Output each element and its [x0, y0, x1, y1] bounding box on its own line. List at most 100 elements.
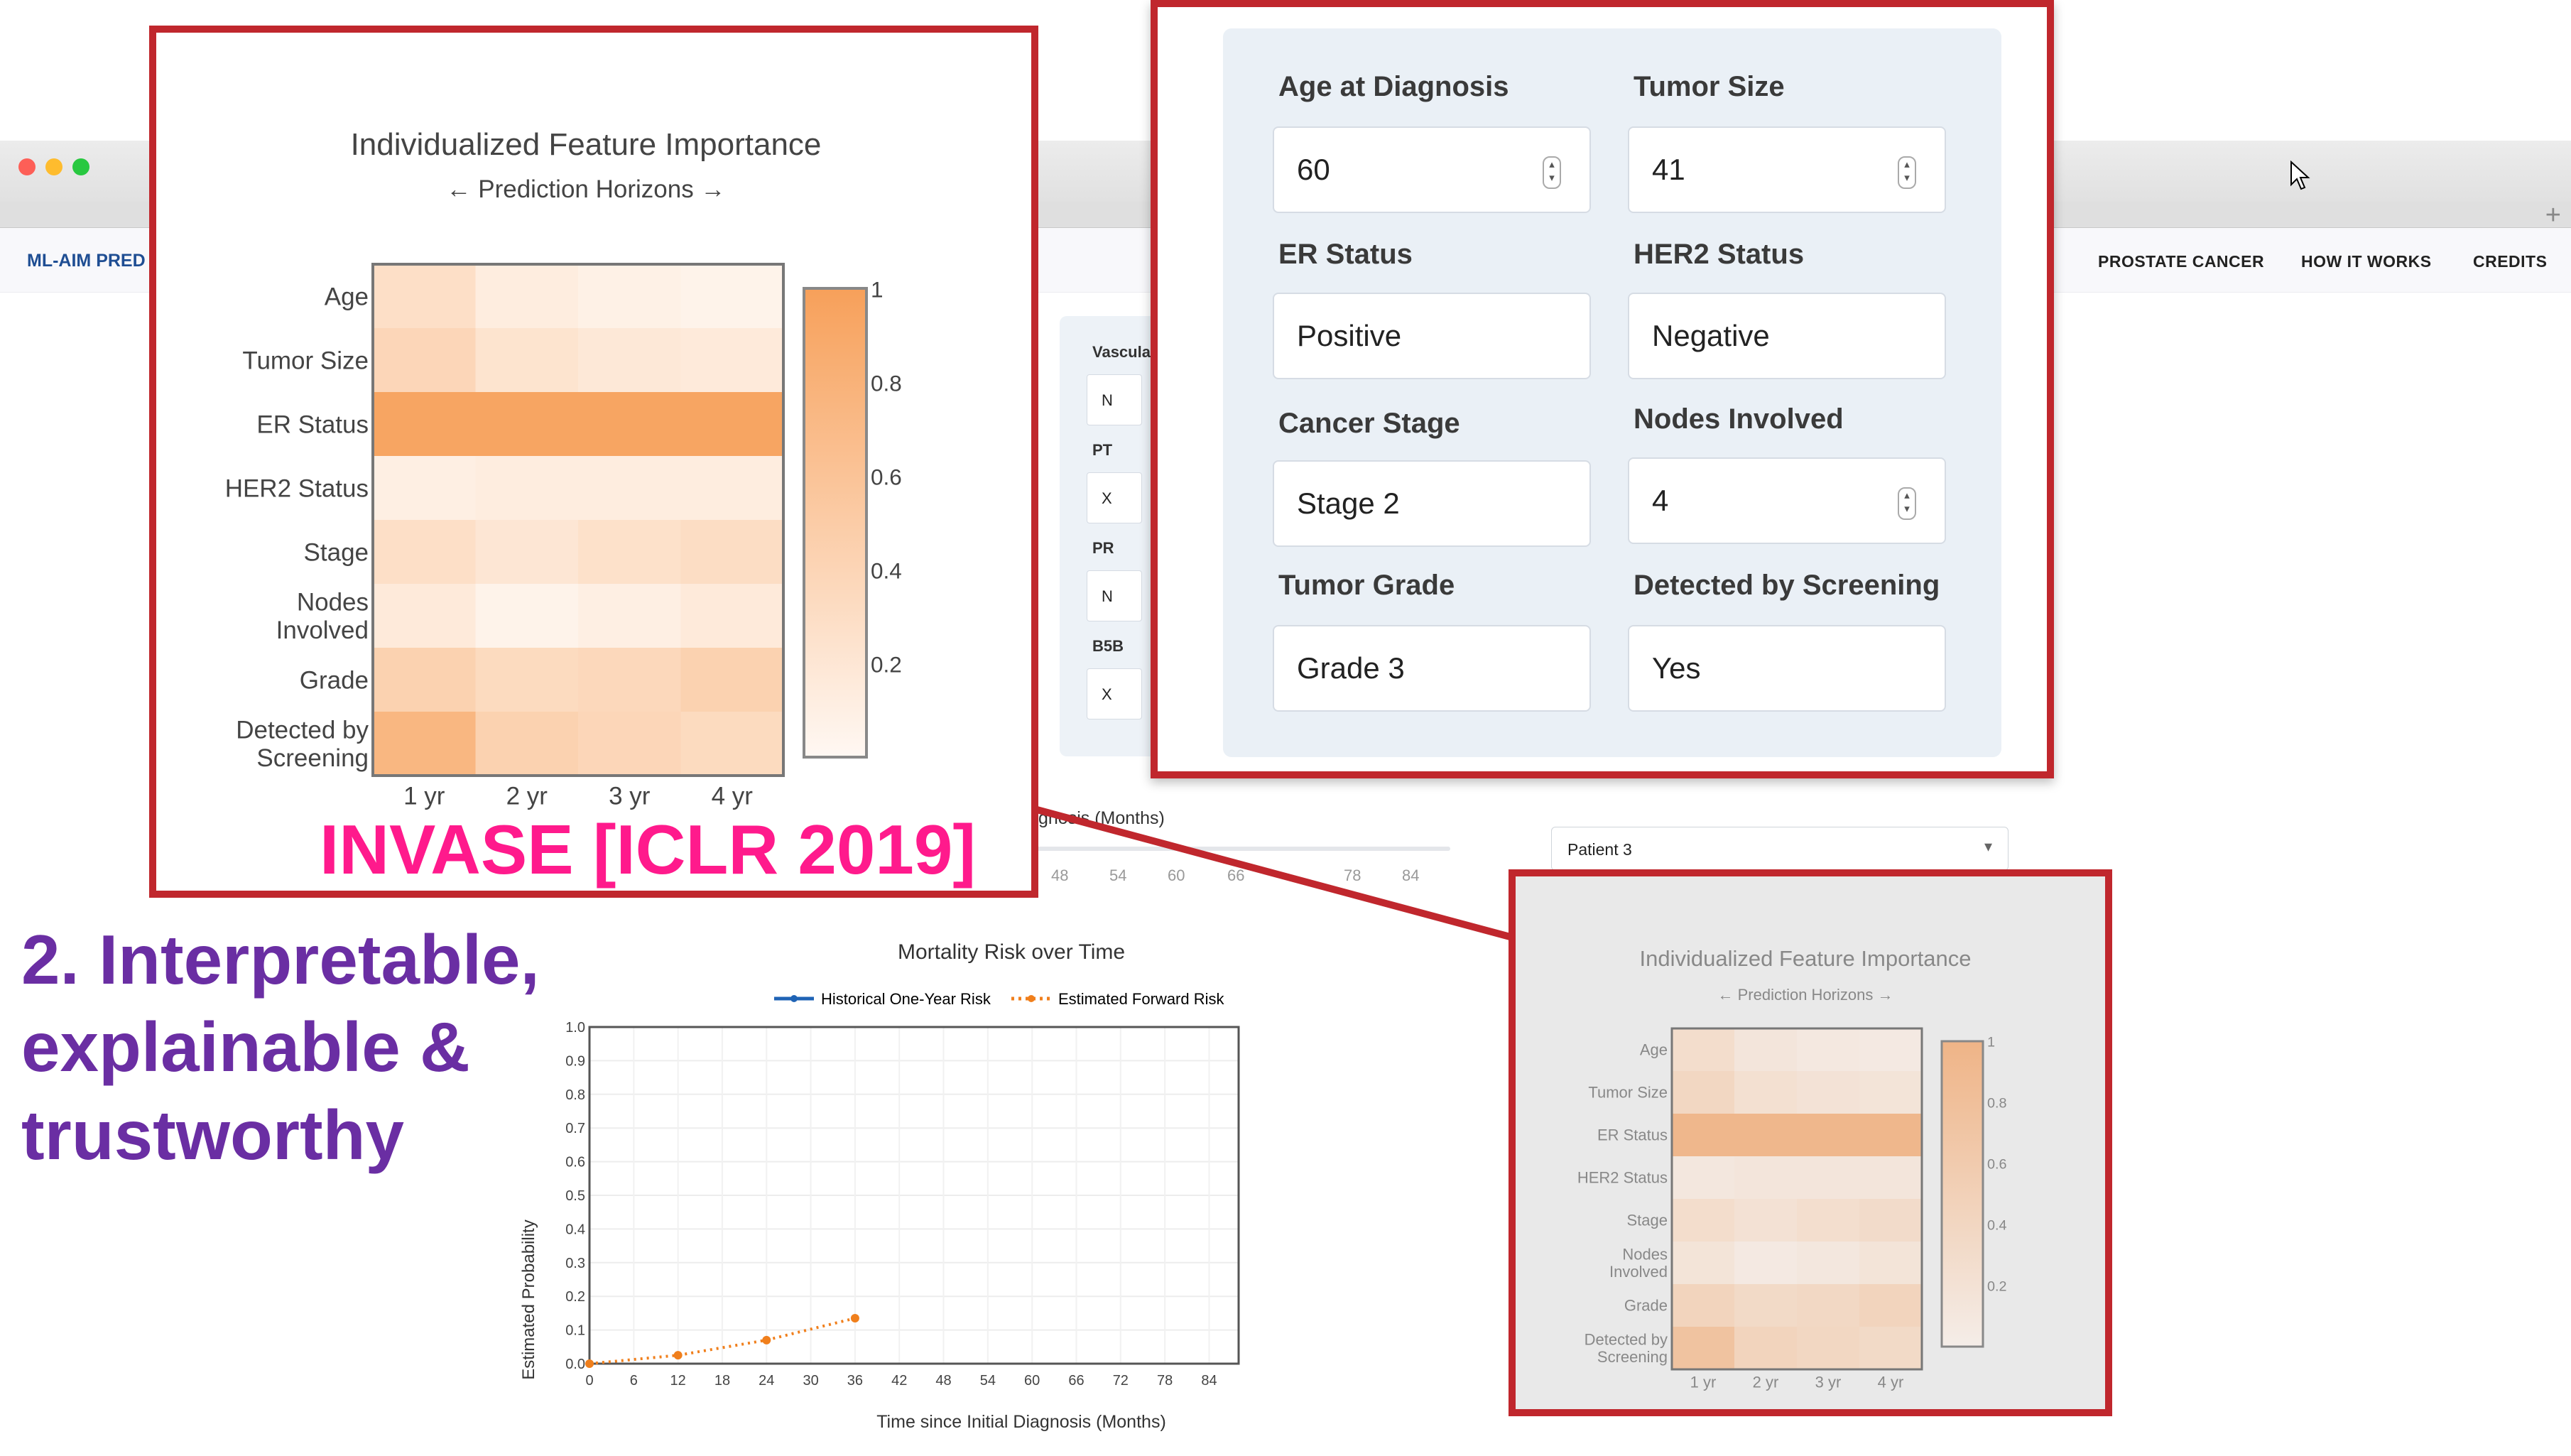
mouse-cursor-icon [2290, 161, 2310, 190]
nav-link-how-it-works[interactable]: HOW IT WORKS [2301, 252, 2432, 271]
heatmap-cell [1859, 1242, 1923, 1285]
y-tick-label: 0.3 [565, 1256, 585, 1271]
x-tick-label: 60 [1024, 1373, 1040, 1389]
age-value: 60 [1297, 153, 1330, 186]
heatmap-subtitle: ← Prediction Horizons → [447, 175, 726, 203]
y-tick-label: 0.5 [565, 1188, 585, 1204]
heatmap-cell [1859, 1199, 1923, 1242]
series-point [762, 1335, 771, 1344]
age-input[interactable]: 60 ▴ ▾ [1273, 126, 1591, 213]
heatmap-cell [578, 264, 681, 329]
headline-line-3: trustworthy [21, 1096, 404, 1174]
heatmap-cell [1859, 1028, 1923, 1072]
heatmap-cell [1672, 1242, 1735, 1285]
heatmap-cell [1672, 1071, 1735, 1114]
x-axis-label: Time since Initial Diagnosis (Months) [876, 1412, 1166, 1432]
side-input[interactable]: X [1087, 668, 1142, 719]
heatmap-cell [578, 584, 681, 648]
heatmap-cell [1734, 1242, 1798, 1285]
series-point [585, 1359, 594, 1368]
tumor-grade-select[interactable]: Grade 3 [1273, 625, 1591, 712]
heatmap-row-label: ER Status [1597, 1126, 1668, 1144]
y-tick-label: 0.7 [565, 1121, 585, 1136]
heatmap-row-label: Detected by [236, 717, 369, 744]
heatmap-cell [373, 328, 476, 393]
new-tab-icon[interactable]: + [2545, 200, 2561, 231]
heatmap-row-label: Involved [1609, 1263, 1668, 1281]
legend-label-forward: Estimated Forward Risk [1058, 990, 1225, 1008]
colorbar-tick-label: 0.2 [871, 651, 902, 677]
spinner-icon[interactable]: ▴ ▾ [1898, 156, 1916, 189]
nav-link-prostate-cancer[interactable]: PROSTATE CANCER [2098, 252, 2264, 271]
input-side-panel: Vascula N PT X PR N B5B X [1060, 316, 1159, 756]
heatmap-row-label: Stage [304, 538, 369, 566]
x-tick-label: 66 [1068, 1373, 1084, 1389]
heatmap-cell [1672, 1028, 1735, 1072]
side-label: PR [1092, 539, 1114, 557]
mortality-line-chart: Historical One-Year Risk Estimated Forwa… [519, 990, 1240, 1432]
heatmap-cell [1797, 1071, 1860, 1114]
legend-label-historical: Historical One-Year Risk [821, 990, 991, 1008]
heatmap-cell [475, 456, 579, 521]
spinner-icon[interactable]: ▴ ▾ [1543, 156, 1561, 189]
x-tick-label: 72 [1113, 1373, 1129, 1389]
heatmap-row-label: Screening [1597, 1348, 1668, 1366]
heatmap-row-label: Age [1640, 1041, 1668, 1059]
heatmap-title: Individualized Feature Importance [1640, 946, 1972, 971]
minimize-window-button[interactable] [45, 158, 62, 175]
side-input[interactable]: X [1087, 472, 1142, 523]
feature-importance-callout: Individualized Feature Importance ← Predi… [149, 26, 1038, 898]
heatmap-cell [475, 328, 579, 393]
heatmap-cell [1797, 1199, 1860, 1242]
heatmap-row-label: Nodes [1622, 1245, 1668, 1263]
headline-line-1: 2. Interpretable, [21, 920, 540, 999]
tumor-size-input[interactable]: 41 ▴ ▾ [1628, 126, 1946, 213]
heatmap-cell [680, 456, 784, 521]
colorbar-tick-label: 0.2 [1987, 1279, 2007, 1295]
heatmap-row-label: HER2 Status [225, 474, 369, 502]
side-input[interactable]: N [1087, 570, 1142, 621]
slider-tick: 84 [1402, 866, 1420, 884]
heatmap-cell [373, 456, 476, 521]
patient-form-callout: Age at Diagnosis 60 ▴ ▾ Tumor Size 41 ▴ ▾ ER… [1151, 0, 2054, 778]
spinner-icon[interactable]: ▴ ▾ [1898, 487, 1916, 520]
heatmap-col-label: 2 yr [1753, 1373, 1779, 1391]
heatmap-cell [475, 584, 579, 648]
heatmap-colorbar [1940, 1040, 1984, 1348]
x-tick-label: 84 [1201, 1373, 1217, 1389]
heatmap-cell [1734, 1327, 1798, 1370]
slider-tick: 66 [1227, 866, 1245, 884]
heatmap-row-label: Tumor Size [242, 347, 369, 374]
heatmap-cell [1672, 1156, 1735, 1200]
nodes-involved-input[interactable]: 4 ▴ ▾ [1628, 457, 1946, 544]
cancer-stage-label: Cancer Stage [1278, 408, 1460, 439]
detected-by-screening-select[interactable]: Yes [1628, 625, 1946, 712]
cancer-stage-select[interactable]: Stage 2 [1273, 460, 1591, 547]
y-tick-label: 0.8 [565, 1087, 585, 1103]
invase-caption: INVASE [ICLR 2019] [320, 810, 976, 889]
close-window-button[interactable] [18, 158, 36, 175]
heatmap-cell [1797, 1327, 1860, 1370]
er-status-select[interactable]: Positive [1273, 293, 1591, 379]
heatmap-cell [680, 712, 784, 776]
heatmap-cell [1672, 1284, 1735, 1327]
heatmap-cell [373, 584, 476, 648]
feature-importance-callout-small: Individualized Feature Importance ← Predi… [1509, 869, 2112, 1416]
zoom-window-button[interactable] [72, 158, 89, 175]
side-input[interactable]: N [1087, 374, 1142, 425]
heatmap-cell [578, 328, 681, 393]
patient-select-value: Patient 3 [1567, 840, 1632, 859]
site-brand[interactable]: ML-AIM PRED [27, 251, 146, 271]
colorbar-tick-label: 0.6 [1987, 1157, 2007, 1173]
heatmap-cell [373, 712, 476, 776]
heatmap-cell [1859, 1284, 1923, 1327]
months-slider[interactable] [1037, 847, 1450, 851]
nav-link-credits[interactable]: CREDITS [2473, 252, 2547, 271]
heatmap-row-label: Age [325, 283, 369, 310]
chevron-down-icon: ▾ [1984, 837, 1992, 855]
patient-select[interactable]: Patient 3 ▾ [1551, 827, 2009, 871]
her2-status-select[interactable]: Negative [1628, 293, 1946, 379]
heatmap-cell [475, 392, 579, 457]
chart-legend: Historical One-Year Risk Estimated Forwa… [774, 990, 1225, 1008]
heatmap-col-label: 4 yr [712, 782, 754, 810]
